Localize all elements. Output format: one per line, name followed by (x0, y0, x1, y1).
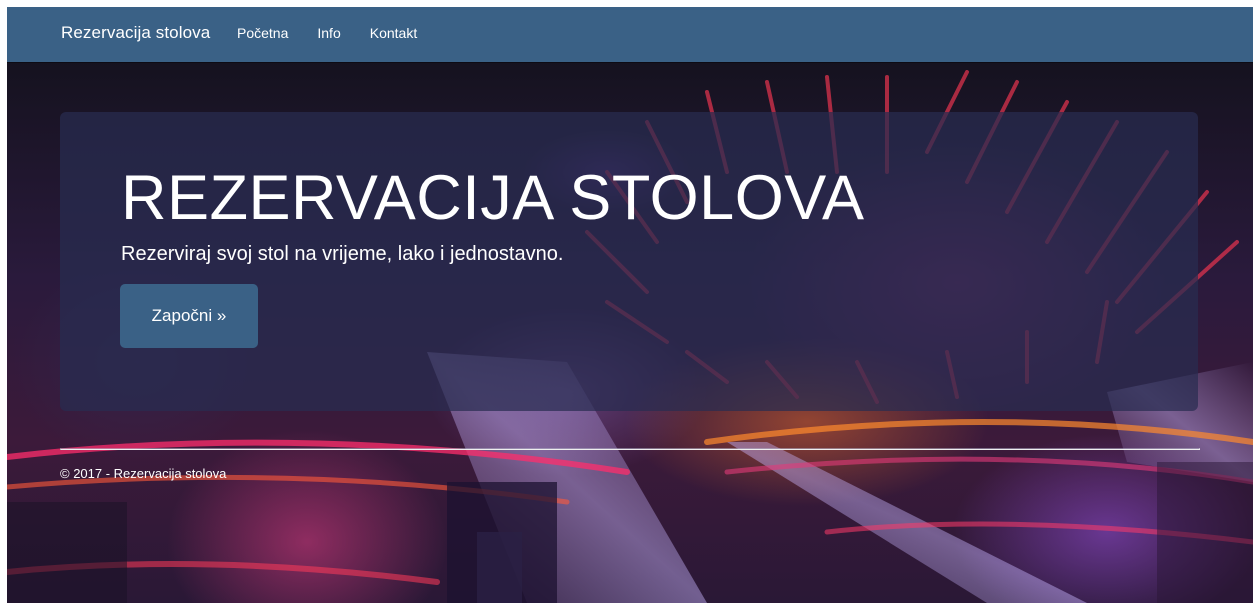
footer: © 2017 - Rezervacija stolova (60, 466, 226, 481)
footer-copyright: © 2017 - Rezervacija stolova (60, 466, 227, 481)
nav-link-info[interactable]: Info (317, 25, 340, 41)
hero-title: REZERVACIJA STOLOVA (121, 163, 865, 233)
nav-links: Početna Info Kontakt (237, 25, 446, 41)
hero-lead-text: Rezerviraj svoj stol na vrijeme, lako i … (121, 243, 564, 265)
nav-link-kontakt[interactable]: Kontakt (370, 25, 417, 41)
page: Rezervacija stolova Početna Info Kontakt… (0, 0, 1253, 603)
nav-link-pocetna[interactable]: Početna (237, 25, 288, 41)
brand-link[interactable]: Rezervacija stolova (61, 23, 210, 43)
browser-viewport: Rezervacija stolova Početna Info Kontakt… (7, 7, 1253, 603)
top-navbar: Rezervacija stolova Početna Info Kontakt (7, 7, 1253, 62)
footer-divider (60, 448, 1200, 450)
hero-jumbotron: REZERVACIJA STOLOVA Rezerviraj svoj stol… (60, 112, 1198, 411)
start-button[interactable]: Započni » (120, 284, 258, 348)
